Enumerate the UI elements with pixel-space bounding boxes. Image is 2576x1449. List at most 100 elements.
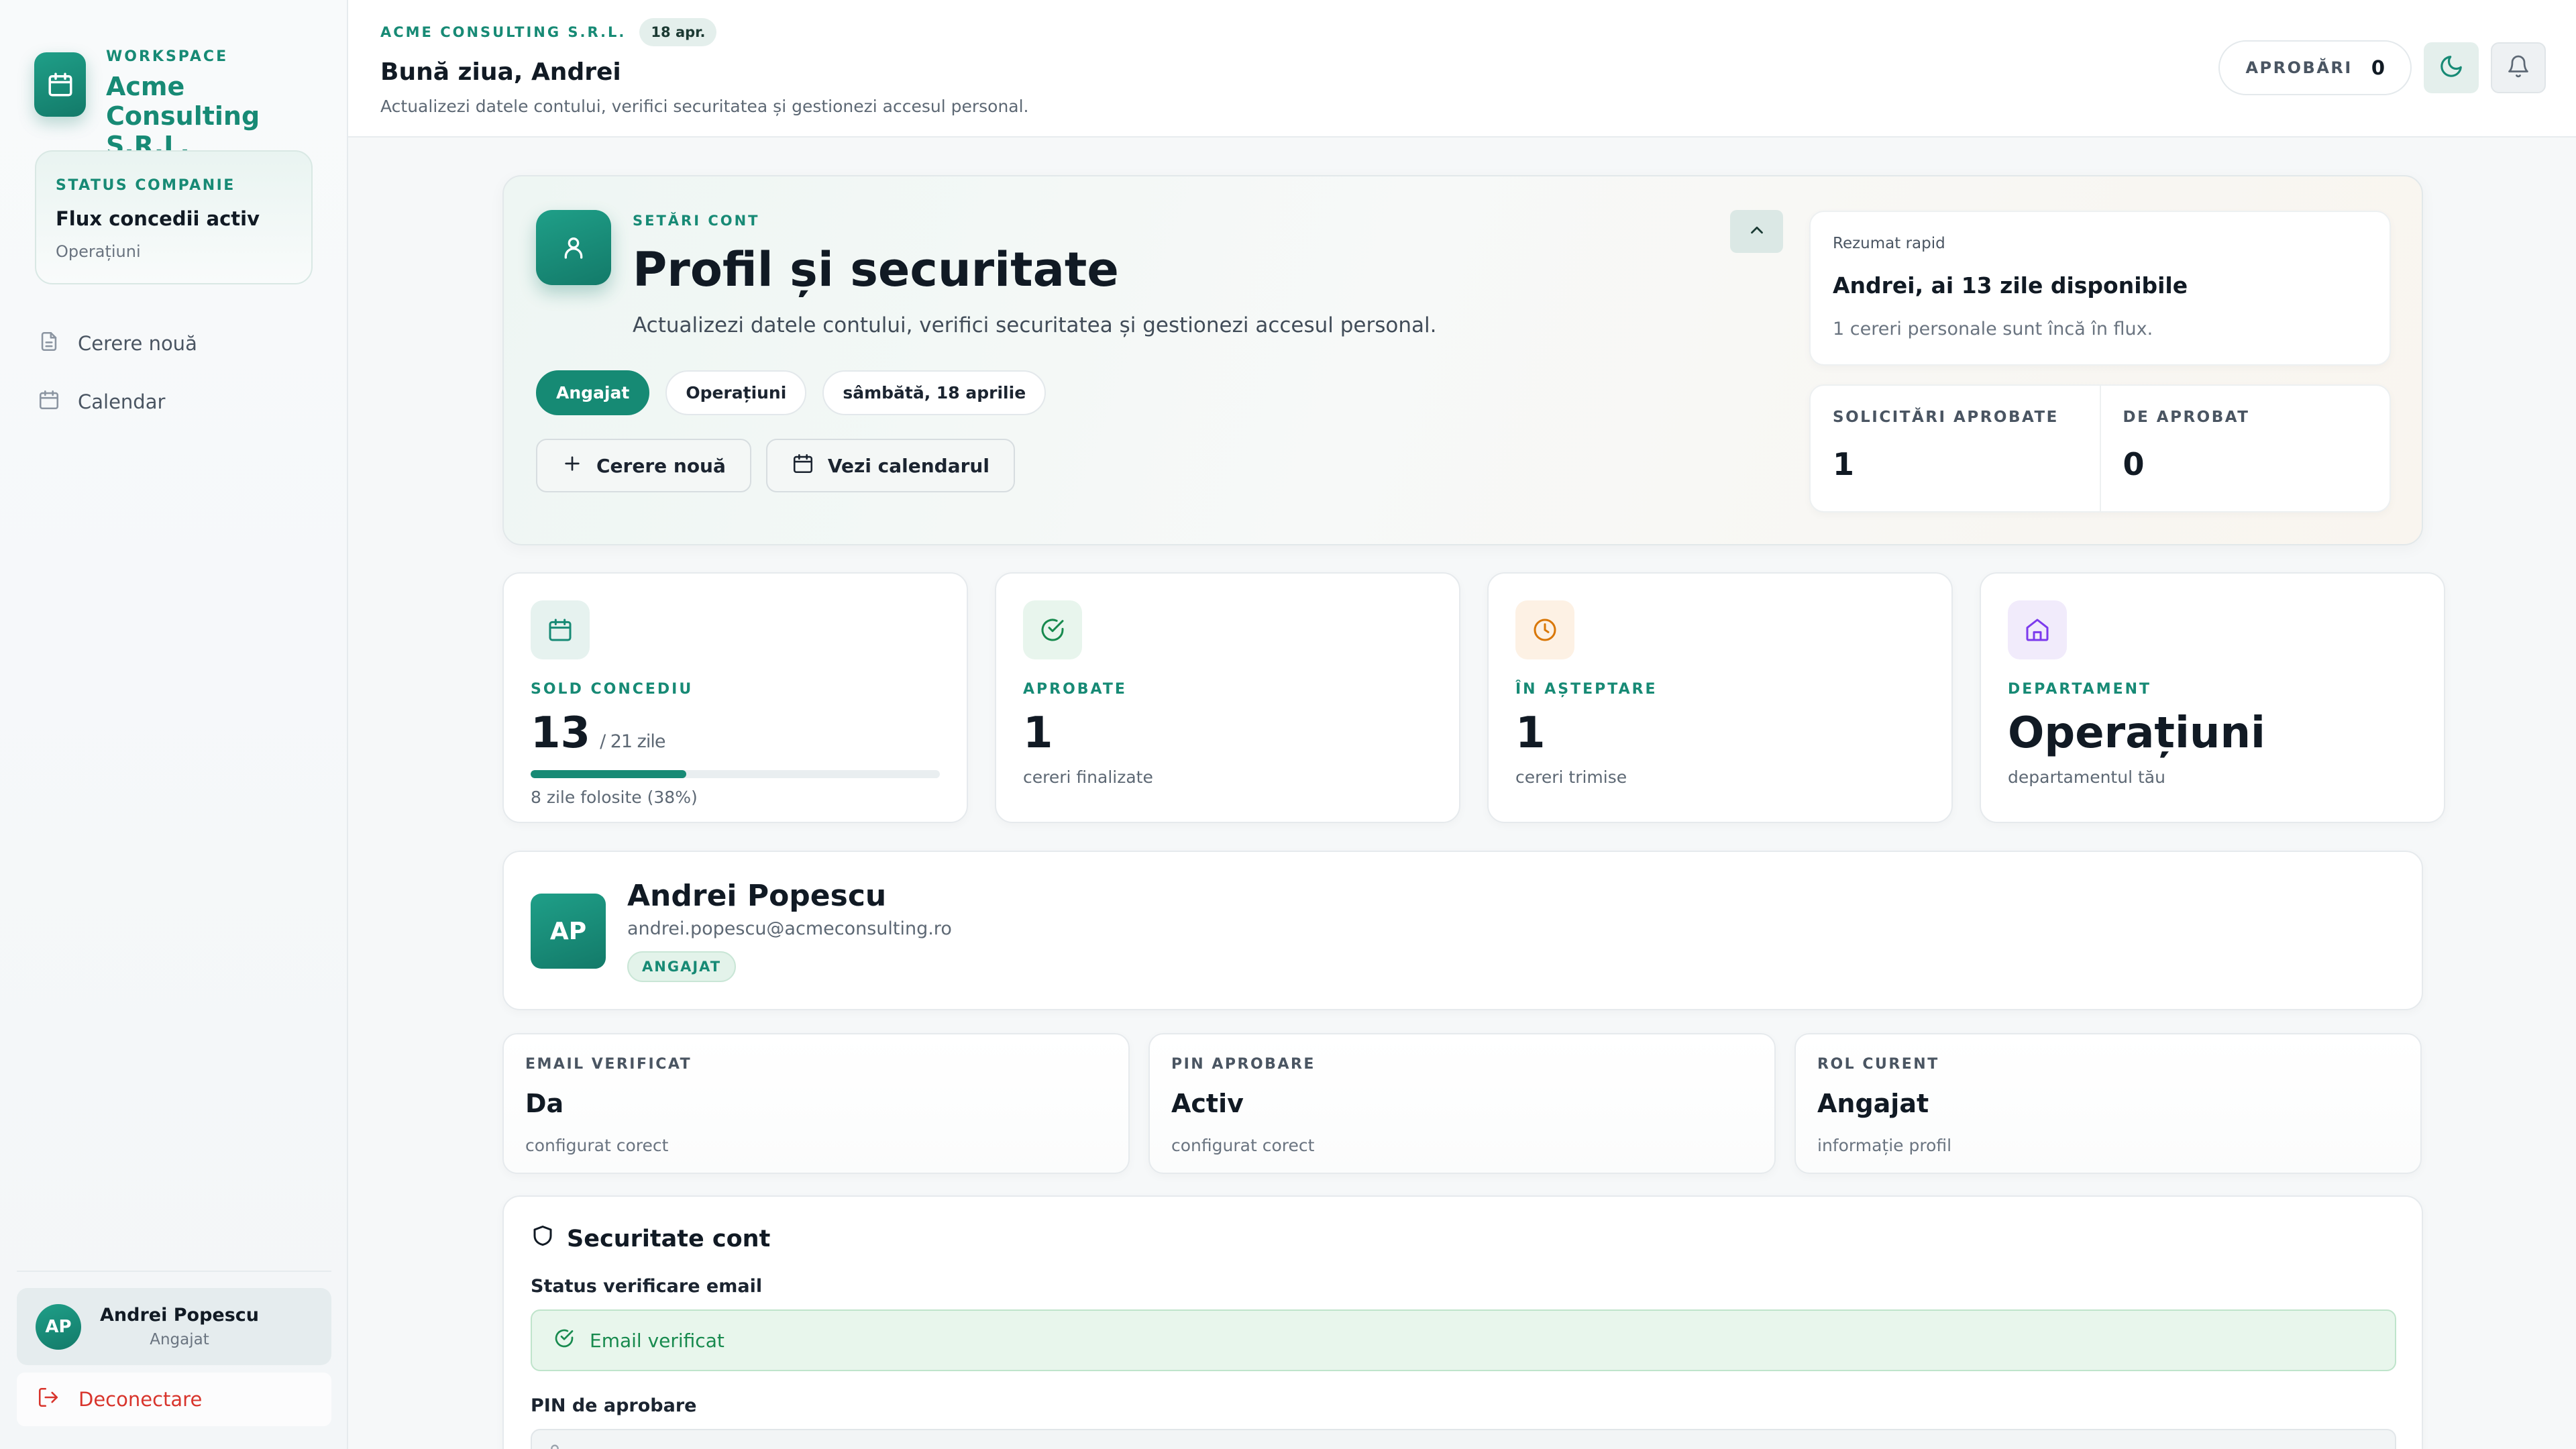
to-approve-value: 0	[2123, 446, 2145, 482]
info-label: ROL CURENT	[1817, 1056, 1939, 1073]
calendar-icon	[531, 600, 590, 659]
brand-name: Acme Consulting S.R.L.	[106, 72, 260, 160]
info-subtitle: informație profil	[1817, 1136, 1952, 1155]
leave-progress-fill	[531, 770, 686, 778]
check-circle-icon	[553, 1328, 575, 1354]
approvals-label: APROBĂRI	[2245, 58, 2353, 77]
date-chip: sâmbătă, 18 aprilie	[822, 370, 1046, 415]
leave-used-text: 8 zile folosite (38%)	[531, 788, 698, 807]
sidebar-item-new-request[interactable]: Cerere nouă	[35, 321, 317, 366]
leave-balance-label: SOLD CONCEDIU	[531, 681, 694, 698]
leave-balance-total: / 21 zile	[600, 731, 665, 752]
document-icon	[38, 330, 60, 358]
hero-chips: Angajat Operațiuni sâmbătă, 18 aprilie	[536, 370, 1046, 415]
department-chip: Operațiuni	[665, 370, 807, 415]
sidebar-item-label: Calendar	[78, 390, 166, 413]
approved-requests-value: 1	[1833, 446, 1855, 482]
clock-icon	[1515, 600, 1574, 659]
sidebar-item-label: Cerere nouă	[78, 332, 197, 355]
view-calendar-label: Vezi calendarul	[827, 454, 989, 477]
info-label: EMAIL VERIFICAT	[525, 1056, 692, 1073]
calendar-icon	[38, 388, 60, 416]
calendar-icon	[34, 52, 86, 117]
info-label: PIN APROBARE	[1171, 1056, 1316, 1073]
view-calendar-button[interactable]: Vezi calendarul	[765, 439, 1015, 492]
top-bar: ACME CONSULTING S.R.L. 18 apr. Bună ziua…	[348, 0, 2576, 138]
shield-icon	[531, 1224, 555, 1254]
company-status-card: STATUS COMPANIE Flux concedii activ Oper…	[35, 150, 313, 284]
role-badge: ANGAJAT	[627, 951, 737, 982]
profile-card: AP Andrei Popescu andrei.popescu@acmecon…	[502, 851, 2423, 1010]
chevron-up-icon	[1747, 220, 1767, 243]
page-title: Profil și securitate	[633, 242, 1119, 297]
pin-label: PIN de aprobare	[531, 1395, 697, 1416]
status-subtitle: Operațiuni	[56, 242, 141, 261]
current-role-card: ROL CURENT Angajat informație profil	[1794, 1033, 2422, 1174]
approved-requests-label: SOLICITĂRI APROBATE	[1833, 409, 2059, 426]
email-verified-card: EMAIL VERIFICAT Da configurat corect	[502, 1033, 1130, 1174]
status-kicker: STATUS COMPANIE	[56, 177, 235, 194]
approvals-button[interactable]: APROBĂRI 0	[2218, 40, 2412, 95]
collapse-button[interactable]	[1730, 210, 1783, 253]
leave-balance-value: 13	[531, 708, 591, 758]
approval-pin-card: PIN APROBARE Activ configurat corect	[1148, 1033, 1776, 1174]
leave-balance-card: SOLD CONCEDIU 13 / 21 zile 8 zile folosi…	[502, 572, 968, 823]
account-info-row: EMAIL VERIFICAT Da configurat corect PIN…	[502, 1033, 2422, 1174]
check-circle-icon	[1023, 600, 1082, 659]
avatar: AP	[531, 894, 606, 969]
pending-label: ÎN AȘTEPTARE	[1515, 681, 1658, 698]
theme-toggle-button[interactable]	[2424, 42, 2479, 93]
user-name: Andrei Popescu	[100, 1305, 260, 1326]
security-title: Securitate cont	[567, 1225, 771, 1252]
sidebar: WORKSPACE Acme Consulting S.R.L. STATUS …	[0, 0, 348, 1449]
approved-card: APROBATE 1 cereri finalizate	[995, 572, 1460, 823]
logout-icon	[37, 1386, 60, 1413]
approved-label: APROBATE	[1023, 681, 1127, 698]
brand-kicker: WORKSPACE	[106, 48, 229, 65]
lock-icon	[545, 1442, 564, 1449]
calendar-icon	[792, 452, 814, 480]
to-approve-label: DE APROBAT	[2123, 409, 2250, 426]
status-title: Flux concedii activ	[56, 207, 260, 230]
pin-input[interactable]	[531, 1429, 2396, 1449]
request-stats-card: SOLICITĂRI APROBATE 1 DE APROBAT 0	[1809, 384, 2391, 513]
info-value: Da	[525, 1089, 564, 1118]
approved-subtitle: cereri finalizate	[1023, 767, 1153, 787]
department-card: DEPARTAMENT Operațiuni departamentul tău	[1980, 572, 2445, 823]
kpi-row: SOLD CONCEDIU 13 / 21 zile 8 zile folosi…	[502, 572, 2445, 823]
profile-name: Andrei Popescu	[627, 879, 887, 913]
hero-kicker: SETĂRI CONT	[633, 213, 760, 229]
user-card[interactable]: AP Andrei Popescu Angajat	[17, 1288, 331, 1365]
approved-value: 1	[1023, 708, 1053, 758]
bell-icon	[2506, 54, 2530, 81]
pending-card: ÎN AȘTEPTARE 1 cereri trimise	[1487, 572, 1953, 823]
notifications-button[interactable]	[2491, 42, 2546, 93]
plus-icon	[561, 453, 583, 479]
approvals-count: 0	[2371, 56, 2385, 79]
email-status-label: Status verificare email	[531, 1276, 763, 1297]
pending-value: 1	[1515, 708, 1546, 758]
user-role: Angajat	[150, 1331, 209, 1348]
home-icon	[2008, 600, 2067, 659]
quick-summary-card: Rezumat rapid Andrei, ai 13 zile disponi…	[1809, 211, 2391, 366]
info-subtitle: configurat corect	[1171, 1136, 1315, 1155]
info-value: Activ	[1171, 1089, 1244, 1118]
logout-button[interactable]: Deconectare	[17, 1373, 331, 1426]
pending-subtitle: cereri trimise	[1515, 767, 1627, 787]
brand: WORKSPACE Acme Consulting S.R.L.	[34, 48, 327, 160]
info-subtitle: configurat corect	[525, 1136, 669, 1155]
leave-progress-bar	[531, 770, 940, 778]
profile-hero: SETĂRI CONT Profil și securitate Actuali…	[502, 175, 2423, 545]
department-subtitle: departamentul tău	[2008, 767, 2165, 787]
email-verified-status: Email verificat	[531, 1309, 2396, 1371]
sidebar-item-calendar[interactable]: Calendar	[35, 379, 317, 425]
department-label: DEPARTAMENT	[2008, 681, 2152, 698]
email-verified-text: Email verificat	[590, 1329, 724, 1352]
greeting-subtitle: Actualizezi datele contului, verifici se…	[380, 97, 1029, 116]
greeting-title: Bună ziua, Andrei	[380, 58, 621, 86]
page-subtitle: Actualizezi datele contului, verifici se…	[633, 313, 1437, 337]
new-request-button[interactable]: Cerere nouă	[536, 439, 751, 492]
new-request-label: Cerere nouă	[596, 454, 726, 477]
role-chip: Angajat	[536, 370, 650, 415]
profile-email: andrei.popescu@acmeconsulting.ro	[627, 918, 952, 939]
